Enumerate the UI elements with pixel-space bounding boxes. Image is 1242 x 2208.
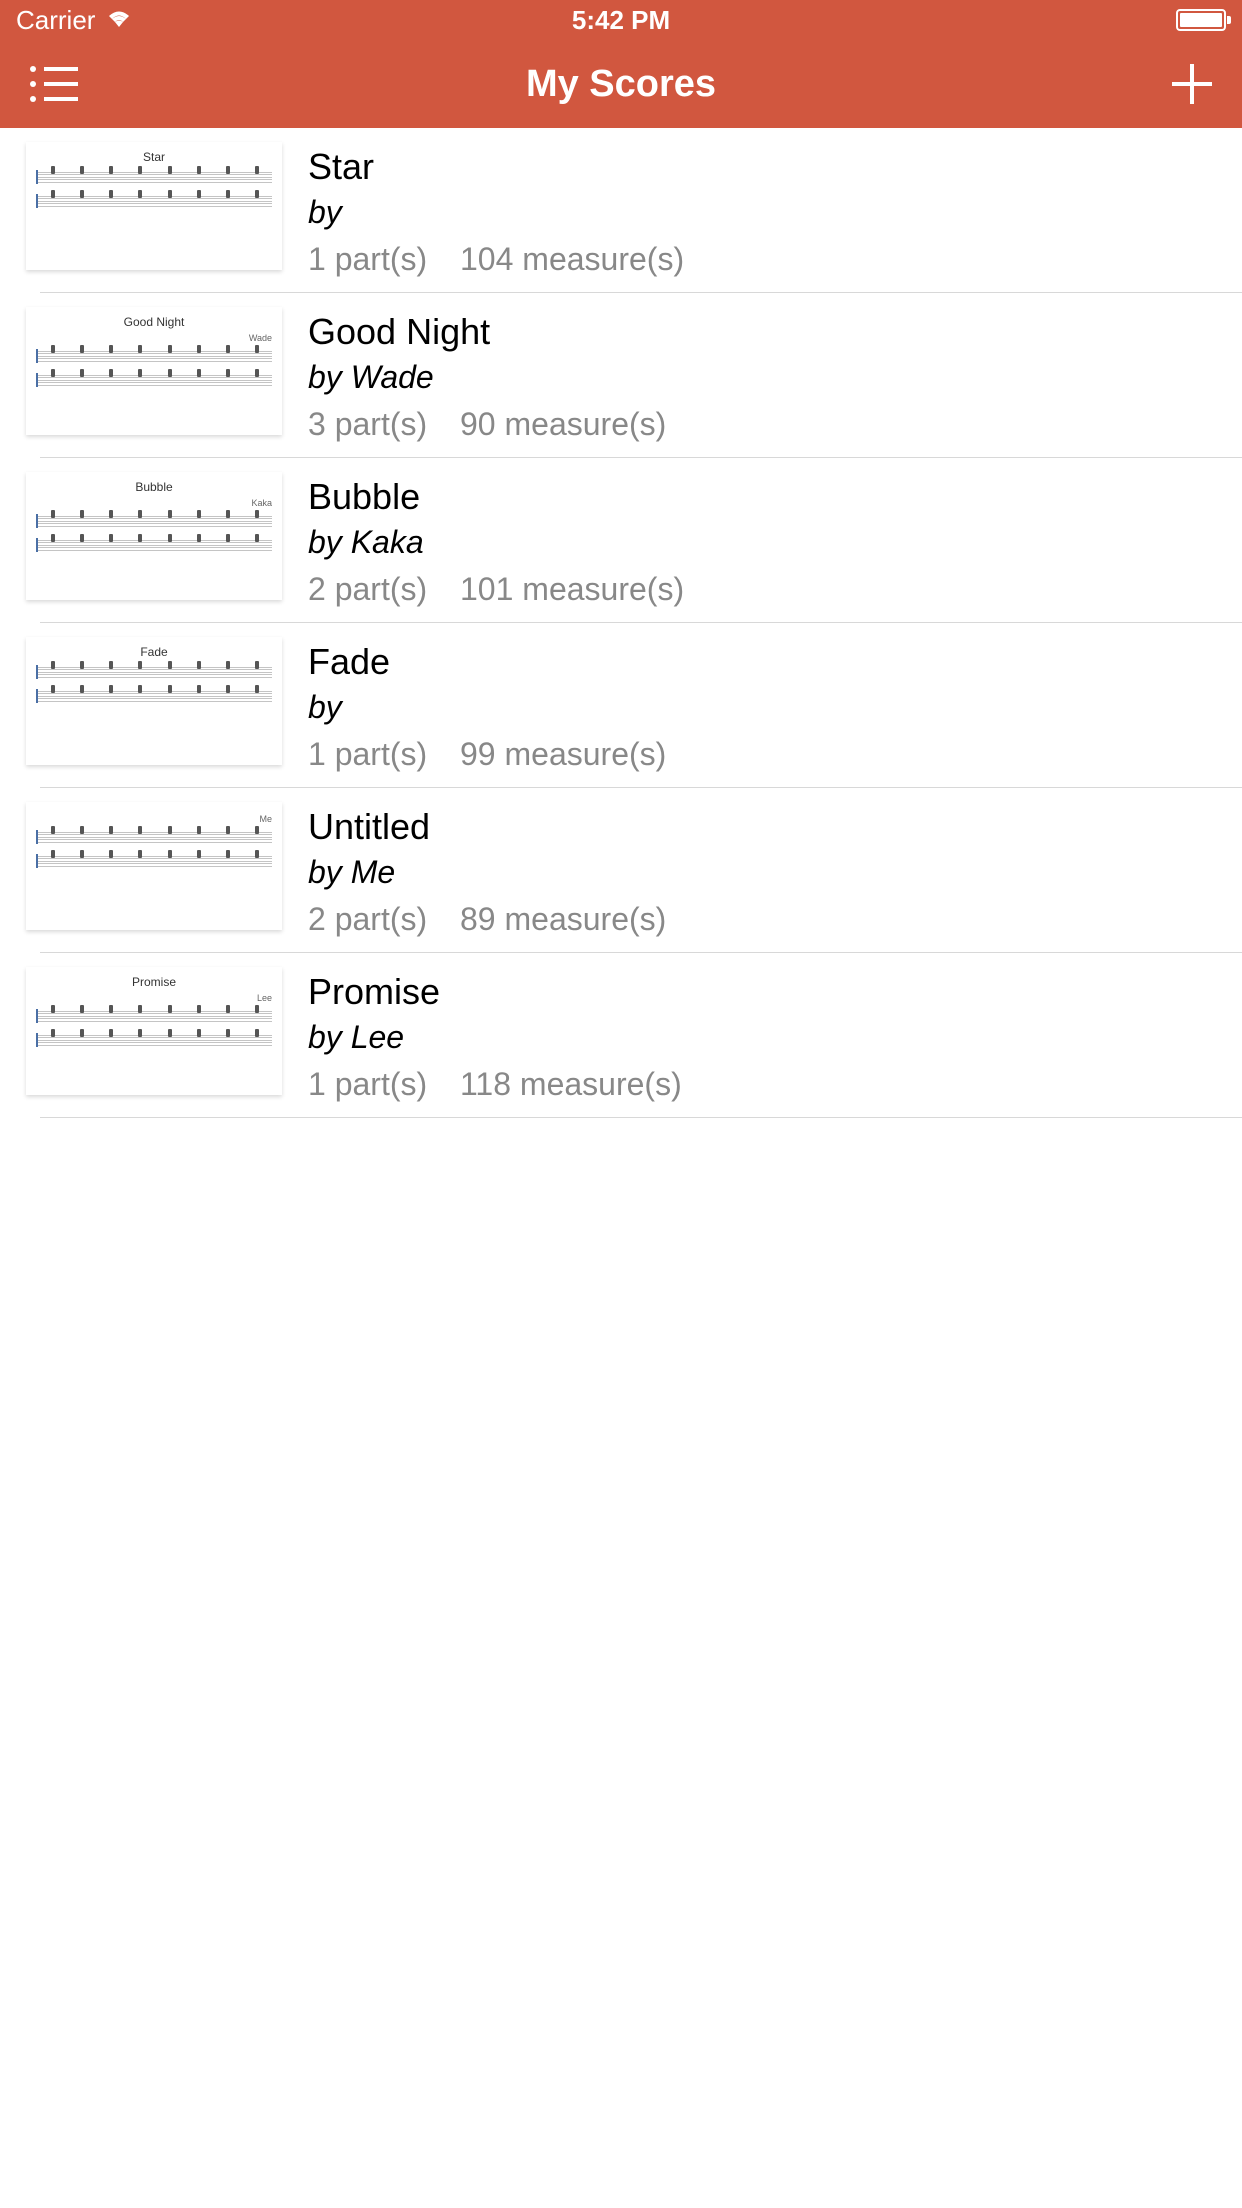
score-thumbnail: Good NightWade xyxy=(26,307,282,435)
score-thumbnail: BubbleKaka xyxy=(26,472,282,600)
score-measures: 104 measure(s) xyxy=(460,241,684,278)
score-meta: 1 part(s)118 measure(s) xyxy=(308,1066,1242,1103)
score-title: Untitled xyxy=(308,806,1242,848)
score-item[interactable]: BubbleKaka Bubble by Kaka 2 part(s)101 meas… xyxy=(0,458,1242,622)
score-meta: 3 part(s)90 measure(s) xyxy=(308,406,1242,443)
score-thumbnail: Star xyxy=(26,142,282,270)
score-parts: 1 part(s) xyxy=(308,241,460,278)
score-meta: 1 part(s)99 measure(s) xyxy=(308,736,1242,773)
score-item[interactable]: StarStarby1 part(s)104 measure(s) xyxy=(0,128,1242,292)
wifi-icon xyxy=(105,5,133,36)
add-score-button[interactable] xyxy=(1172,64,1212,104)
score-info: Good Night by Wade 3 part(s)90 measure(s) xyxy=(308,307,1242,443)
score-parts: 2 part(s) xyxy=(308,901,460,938)
score-info: Untitled by Me 2 part(s)89 measure(s) xyxy=(308,802,1242,938)
score-author: by xyxy=(308,689,1242,726)
score-thumbnail: PromiseLee xyxy=(26,967,282,1095)
score-measures: 99 measure(s) xyxy=(460,736,666,773)
score-title: Star xyxy=(308,146,1242,188)
carrier-label: Carrier xyxy=(16,5,95,36)
score-measures: 90 measure(s) xyxy=(460,406,666,443)
score-author: by Me xyxy=(308,854,1242,891)
menu-icon[interactable] xyxy=(30,66,80,102)
score-parts: 1 part(s) xyxy=(308,1066,460,1103)
score-parts: 3 part(s) xyxy=(308,406,460,443)
score-item[interactable]: FadeFadeby1 part(s)99 measure(s) xyxy=(0,623,1242,787)
score-thumbnail: Me xyxy=(26,802,282,930)
score-info: Promise by Lee 1 part(s)118 measure(s) xyxy=(308,967,1242,1103)
status-time: 5:42 PM xyxy=(572,5,670,36)
score-list: StarStarby1 part(s)104 measure(s)Good Ni… xyxy=(0,128,1242,1118)
score-author: by Kaka xyxy=(308,524,1242,561)
score-title: Bubble xyxy=(308,476,1242,518)
score-measures: 101 measure(s) xyxy=(460,571,684,608)
score-item[interactable]: Good NightWade Good Night by Wade 3 part(s)… xyxy=(0,293,1242,457)
score-item[interactable]: PromiseLee Promise by Lee 1 part(s)118 meas… xyxy=(0,953,1242,1117)
nav-bar: My Scores xyxy=(0,40,1242,128)
score-meta: 1 part(s)104 measure(s) xyxy=(308,241,1242,278)
score-meta: 2 part(s)89 measure(s) xyxy=(308,901,1242,938)
page-title: My Scores xyxy=(526,63,716,106)
score-measures: 118 measure(s) xyxy=(460,1066,682,1103)
score-parts: 2 part(s) xyxy=(308,571,460,608)
score-meta: 2 part(s)101 measure(s) xyxy=(308,571,1242,608)
score-info: Star by 1 part(s)104 measure(s) xyxy=(308,142,1242,278)
status-bar: Carrier 5:42 PM xyxy=(0,0,1242,40)
score-title: Fade xyxy=(308,641,1242,683)
score-author: by xyxy=(308,194,1242,231)
score-info: Bubble by Kaka 2 part(s)101 measure(s) xyxy=(308,472,1242,608)
battery-icon xyxy=(1176,9,1226,31)
score-thumbnail: Fade xyxy=(26,637,282,765)
divider xyxy=(40,1117,1242,1118)
score-title: Good Night xyxy=(308,311,1242,353)
score-measures: 89 measure(s) xyxy=(460,901,666,938)
score-info: Fade by 1 part(s)99 measure(s) xyxy=(308,637,1242,773)
score-author: by Lee xyxy=(308,1019,1242,1056)
score-title: Promise xyxy=(308,971,1242,1013)
score-item[interactable]: Me Untitled by Me 2 part(s)89 measure(s) xyxy=(0,788,1242,952)
score-parts: 1 part(s) xyxy=(308,736,460,773)
score-author: by Wade xyxy=(308,359,1242,396)
